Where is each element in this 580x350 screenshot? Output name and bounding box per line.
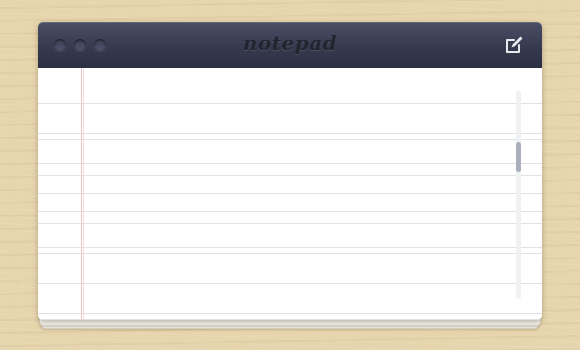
compose-button[interactable] <box>503 34 525 56</box>
notepad-window: notepad <box>38 22 542 329</box>
margin-line <box>83 68 84 320</box>
scrollbar-track[interactable] <box>516 91 521 299</box>
title-bar: notepad <box>38 22 542 68</box>
edit-compose-icon <box>506 36 523 53</box>
margin-line <box>81 68 82 320</box>
note-paper <box>38 68 542 320</box>
scrollbar-thumb[interactable] <box>516 142 521 172</box>
note-text-input[interactable] <box>90 76 504 318</box>
window-title: notepad <box>242 31 338 55</box>
